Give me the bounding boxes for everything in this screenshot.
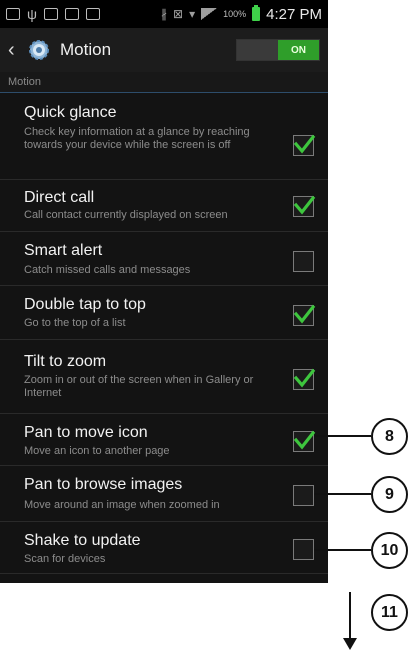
facebook-notification-icon (44, 8, 58, 20)
section-header: Motion (0, 72, 328, 93)
checkmark-icon (293, 134, 316, 154)
checkmark-icon (293, 368, 316, 388)
toggle-on-label: ON (278, 40, 319, 60)
nfc-icon: ⊠ (173, 7, 184, 21)
usb-icon: ψ (27, 6, 37, 22)
setting-description: Move around an image when zoomed in (24, 499, 220, 511)
status-bar: ψ ∦ ⊠ ▾ 100% 4:27 PM (0, 0, 328, 28)
battery-icon (252, 5, 261, 21)
callout-number-10: 10 (371, 532, 408, 569)
setting-description: Check key information at a glance by rea… (24, 126, 250, 151)
signal-icon (201, 8, 218, 20)
setting-description: Catch missed calls and messages (24, 264, 191, 276)
setting-checkbox[interactable] (293, 368, 316, 390)
setting-item[interactable]: Pan to move icon Move an icon to another … (0, 414, 328, 466)
setting-title: Smart alert (24, 242, 103, 259)
gear-icon[interactable] (26, 37, 52, 63)
setting-title: Double tap to top (24, 296, 146, 313)
callout-number-8: 8 (371, 418, 408, 455)
setting-description: Scan for devices (24, 553, 106, 565)
back-arrow-icon[interactable]: ‹ (8, 39, 22, 62)
checkmark-icon (293, 304, 316, 324)
battery-percent: 100% (223, 9, 247, 19)
callout-number-11: 11 (371, 594, 408, 631)
gallery-notification-icon (6, 8, 20, 20)
setting-description: Move an icon to another page (24, 445, 170, 457)
setting-title: Direct call (24, 189, 95, 206)
setting-item[interactable]: Shake to update Scan for devices (0, 522, 328, 574)
mail-notification-icon (86, 8, 100, 20)
wifi-icon: ▾ (189, 7, 196, 21)
setting-item[interactable]: Tilt to zoom Zoom in or out of the screen… (0, 340, 328, 414)
setting-item[interactable]: Double tap to top Go to the top of a list (0, 286, 328, 340)
checkmark-icon (293, 195, 316, 215)
callout-line (314, 493, 371, 495)
page-title: Motion (60, 40, 112, 59)
setting-item[interactable]: Quick glance Check key information at a g… (0, 92, 328, 180)
setting-title: Pan to move icon (24, 424, 148, 441)
action-bar: ‹ Motion ON (0, 28, 328, 72)
setting-checkbox[interactable] (293, 485, 314, 506)
setting-checkbox[interactable] (293, 539, 314, 560)
motion-master-toggle[interactable]: ON (236, 39, 320, 61)
setting-item[interactable]: Direct call Call contact currently displa… (0, 180, 328, 232)
setting-item[interactable]: Smart alert Catch missed calls and messag… (0, 232, 328, 286)
callout-line (314, 549, 371, 551)
phone-screen: ψ ∦ ⊠ ▾ 100% 4:27 PM ‹ Motion ON Motion … (0, 0, 328, 583)
callout-number-9: 9 (371, 476, 408, 513)
bluetooth-icon: ∦ (161, 7, 167, 21)
setting-description: Go to the top of a list (24, 317, 126, 329)
setting-title: Shake to update (24, 532, 141, 549)
setting-item[interactable]: Pan to browse images Move around an image… (0, 466, 328, 522)
setting-checkbox[interactable] (293, 304, 316, 326)
scroll-down-arrow-icon (343, 638, 357, 650)
setting-checkbox[interactable] (293, 195, 316, 217)
email-notification-icon (65, 8, 79, 20)
setting-description: Call contact currently displayed on scre… (24, 209, 228, 221)
setting-checkbox[interactable] (293, 134, 316, 156)
setting-description: Zoom in or out of the screen when in Gal… (24, 374, 254, 399)
setting-title: Quick glance (24, 104, 117, 121)
scroll-arrow-line (349, 592, 351, 640)
setting-checkbox[interactable] (293, 430, 316, 452)
setting-title: Pan to browse images (24, 476, 183, 493)
checkmark-icon (293, 430, 316, 450)
setting-title: Tilt to zoom (24, 353, 107, 370)
clock: 4:27 PM (266, 5, 322, 23)
setting-checkbox[interactable] (293, 251, 314, 272)
callout-line (314, 435, 371, 437)
